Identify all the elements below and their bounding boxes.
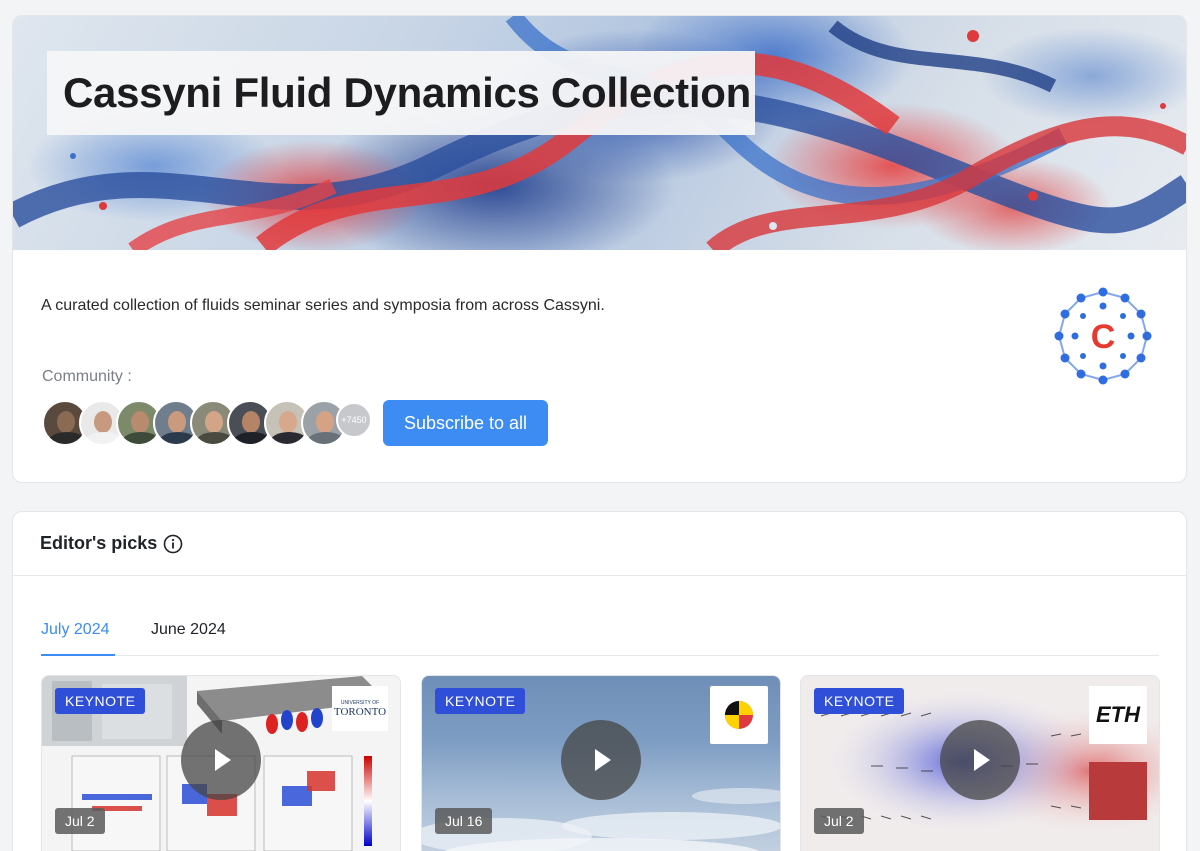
cassyni-logo: C [1053, 286, 1153, 386]
tab-june-2024[interactable]: June 2024 [151, 604, 226, 656]
video-card[interactable]: UNIVERSITY OF TORONTO KEYNOTE Jul 2 [41, 675, 401, 851]
tab-july-2024[interactable]: July 2024 [41, 604, 115, 656]
university-logo-text: TORONTO [333, 705, 387, 718]
keynote-badge: KEYNOTE [435, 688, 526, 714]
community-label: Community : [42, 368, 132, 385]
community-more-count[interactable]: +7450 [336, 402, 372, 438]
university-logo: UNIVERSITY OF TORONTO [332, 686, 388, 731]
video-card[interactable]: ETH KEYNOTE Jul 2 [800, 675, 1160, 851]
collection-card: Cassyni Fluid Dynamics Collection A cura… [12, 15, 1187, 483]
subscribe-all-button[interactable]: Subscribe to all [383, 400, 548, 446]
collection-title-box: Cassyni Fluid Dynamics Collection [47, 51, 755, 135]
play-icon[interactable] [561, 720, 641, 800]
collection-description: A curated collection of fluids seminar s… [41, 297, 605, 314]
cassyni-logo-letter: C [1091, 318, 1116, 356]
keynote-badge: KEYNOTE [814, 688, 905, 714]
editors-picks-header: Editor's picks [13, 512, 1186, 576]
keynote-badge: KEYNOTE [55, 688, 146, 714]
video-card[interactable]: KEYNOTE Jul 16 [421, 675, 781, 851]
university-logo [710, 686, 768, 744]
eth-logo: ETH [1089, 686, 1147, 744]
play-icon[interactable] [181, 720, 261, 800]
play-icon[interactable] [940, 720, 1020, 800]
crest-logo [1089, 762, 1147, 820]
video-date: Jul 2 [55, 808, 105, 834]
editors-picks-title: Editor's picks [40, 533, 158, 553]
editors-picks-card: Editor's picks July 2024 June 2024 UNIVE… [12, 511, 1187, 851]
video-date: Jul 16 [435, 808, 493, 834]
month-tabs: July 2024 June 2024 [41, 604, 1159, 656]
collection-banner: Cassyni Fluid Dynamics Collection [13, 16, 1186, 250]
eth-logo-text: ETH [1096, 702, 1140, 727]
info-circle-icon[interactable] [163, 534, 183, 554]
collection-title: Cassyni Fluid Dynamics Collection [63, 69, 751, 116]
video-date: Jul 2 [814, 808, 864, 834]
